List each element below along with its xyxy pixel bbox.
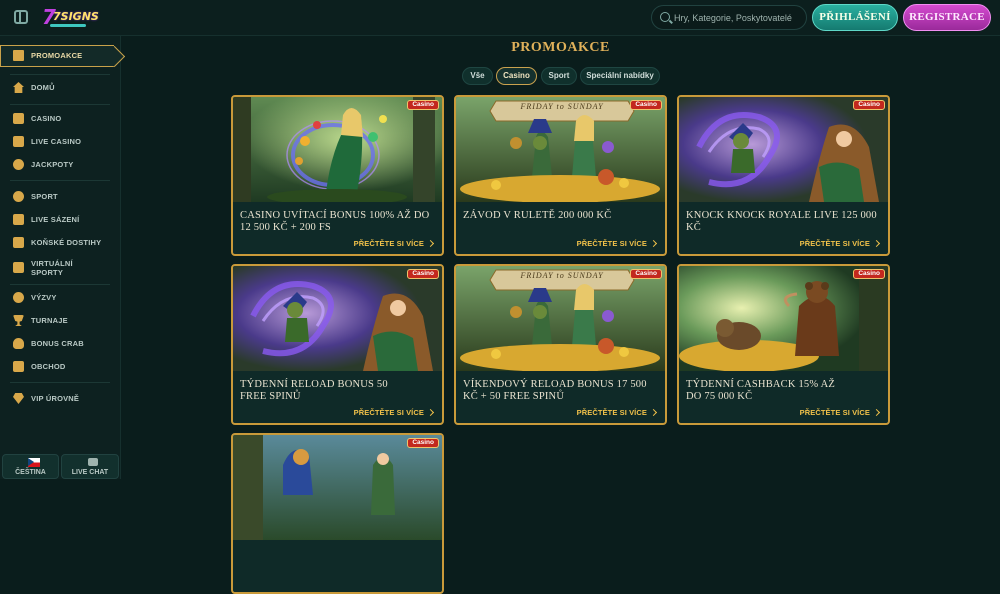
chat-icon <box>88 458 98 466</box>
live-betting-icon <box>13 214 24 225</box>
logo[interactable]: 7 7SIGNS <box>42 5 99 31</box>
chevron-right-icon <box>872 408 881 417</box>
category-badge: Casino <box>630 100 662 110</box>
search-input[interactable] <box>674 9 804 27</box>
horse-icon <box>13 237 24 248</box>
promo-title: CASINO UVÍTACÍ BONUS 100% AŽ DO 12 500 K… <box>240 210 430 233</box>
promo-title: TÝDENNÍ CASHBACK 15% AŽ DO 75 000 KČ <box>686 379 835 402</box>
czech-flag-icon <box>28 458 40 467</box>
clover-icon <box>13 159 24 170</box>
promo-image <box>233 266 442 371</box>
sidebar-item-jackpoty[interactable]: JACKPOTY <box>0 156 120 174</box>
crab-icon <box>13 338 24 349</box>
sidebar: PROMOAKCE DOMŮ CASINO LIVE CASINO JACKPO… <box>0 36 121 479</box>
promo-image <box>456 97 665 202</box>
promo-title: TÝDENNÍ RELOAD BONUS 50 FREE SPINŮ <box>240 379 388 402</box>
sidebar-item-live-sazeni[interactable]: LIVE SÁZENÍ <box>0 211 120 229</box>
tab-specialni-nabidky[interactable]: Speciální nabídky <box>580 67 660 85</box>
live-casino-icon <box>13 136 24 147</box>
promo-card[interactable]: Casino <box>231 433 444 594</box>
sidebar-item-live-casino[interactable]: LIVE CASINO <box>0 133 120 151</box>
promo-image <box>233 97 442 202</box>
trophy-icon <box>13 315 24 326</box>
home-icon <box>13 82 24 93</box>
sidebar-item-vip-urovne[interactable]: VIP ÚROVNĚ <box>0 390 120 408</box>
read-more-link[interactable]: PŘEČTĚTE SI VÍCE <box>577 239 658 248</box>
promo-card[interactable]: Casino KNOCK KNOCK ROYALE LIVE 125 000 K… <box>677 95 890 256</box>
page-title: PROMOAKCE <box>511 40 610 55</box>
register-button[interactable]: REGISTRACE <box>903 4 991 31</box>
search-icon <box>660 12 670 22</box>
tab-vse[interactable]: Vše <box>462 67 493 85</box>
sidebar-item-sport[interactable]: SPORT <box>0 188 120 206</box>
promo-title: KNOCK KNOCK ROYALE LIVE 125 000 KČ <box>686 210 877 233</box>
category-badge: Casino <box>407 438 439 448</box>
language-button[interactable]: ČEŠTINA <box>2 454 59 479</box>
read-more-link[interactable]: PŘEČTĚTE SI VÍCE <box>354 408 435 417</box>
promo-card[interactable]: Casino FRIDAY to SUNDAY ZÁVOD V RULETĚ 2… <box>454 95 667 256</box>
sidebar-item-obchod[interactable]: OBCHOD <box>0 358 120 376</box>
shop-icon <box>13 361 24 372</box>
medal-icon <box>13 292 24 303</box>
live-chat-button[interactable]: LIVE CHAT <box>61 454 119 479</box>
promo-image <box>456 266 665 371</box>
chevron-right-icon <box>649 239 658 248</box>
sidebar-item-virtualni-sporty[interactable]: VIRTUÁLNÍ SPORTY <box>0 256 120 280</box>
category-badge: Casino <box>407 269 439 279</box>
diamond-icon <box>13 393 24 404</box>
read-more-link[interactable]: PŘEČTĚTE SI VÍCE <box>577 408 658 417</box>
sidebar-item-bonus-crab[interactable]: BONUS CRAB <box>0 335 120 353</box>
friday-sunday-banner: FRIDAY to SUNDAY <box>520 102 604 111</box>
sidebar-item-vyzvy[interactable]: VÝZVY <box>0 289 120 307</box>
ball-icon <box>13 191 24 202</box>
chevron-right-icon <box>426 408 435 417</box>
promo-card[interactable]: Casino CASINO UVÍTACÍ BONUS 100% AŽ DO 1… <box>231 95 444 256</box>
slot-machine-icon <box>13 113 24 124</box>
promo-title: VÍKENDOVÝ RELOAD BONUS 17 500 KČ + 50 FR… <box>463 379 647 402</box>
tab-sport[interactable]: Sport <box>541 67 577 85</box>
promo-image <box>679 266 888 371</box>
promo-image <box>679 97 888 202</box>
category-badge: Casino <box>407 100 439 110</box>
category-badge: Casino <box>630 269 662 279</box>
category-badge: Casino <box>853 100 885 110</box>
chevron-right-icon <box>649 408 658 417</box>
virtual-sports-icon <box>13 262 24 273</box>
gift-icon <box>13 50 24 61</box>
chevron-right-icon <box>872 239 881 248</box>
friday-sunday-banner: FRIDAY to SUNDAY <box>520 271 604 280</box>
promo-card[interactable]: Casino TÝDENNÍ RELOAD BONUS 50 FREE SPIN… <box>231 264 444 425</box>
sidebar-item-casino[interactable]: CASINO <box>0 110 120 128</box>
promo-image <box>233 435 442 540</box>
promo-title: ZÁVOD V RULETĚ 200 000 KČ <box>463 210 612 221</box>
top-bar: 7 7SIGNS PŘIHLÁŠENÍ REGISTRACE <box>0 0 1000 36</box>
read-more-link[interactable]: PŘEČTĚTE SI VÍCE <box>354 239 435 248</box>
read-more-link[interactable]: PŘEČTĚTE SI VÍCE <box>800 408 881 417</box>
sidebar-item-domu[interactable]: DOMŮ <box>0 79 120 97</box>
search-box[interactable] <box>651 5 807 30</box>
sidebar-item-turnaje[interactable]: TURNAJE <box>0 312 120 330</box>
sidebar-item-konske-dostihy[interactable]: KOŇSKÉ DOSTIHY <box>0 234 120 252</box>
chevron-right-icon <box>426 239 435 248</box>
read-more-link[interactable]: PŘEČTĚTE SI VÍCE <box>800 239 881 248</box>
promo-card[interactable]: Casino FRIDAY to SUNDAY VÍKENDOVÝ RELOAD… <box>454 264 667 425</box>
sidebar-item-promoakce[interactable]: PROMOAKCE <box>0 47 120 65</box>
promo-card[interactable]: Casino TÝDENNÍ CASHBACK 15% AŽ DO 75 000… <box>677 264 890 425</box>
login-button[interactable]: PŘIHLÁŠENÍ <box>812 4 898 31</box>
category-badge: Casino <box>853 269 885 279</box>
tab-casino[interactable]: Casino <box>496 67 537 85</box>
sidebar-toggle-icon[interactable] <box>14 10 28 24</box>
